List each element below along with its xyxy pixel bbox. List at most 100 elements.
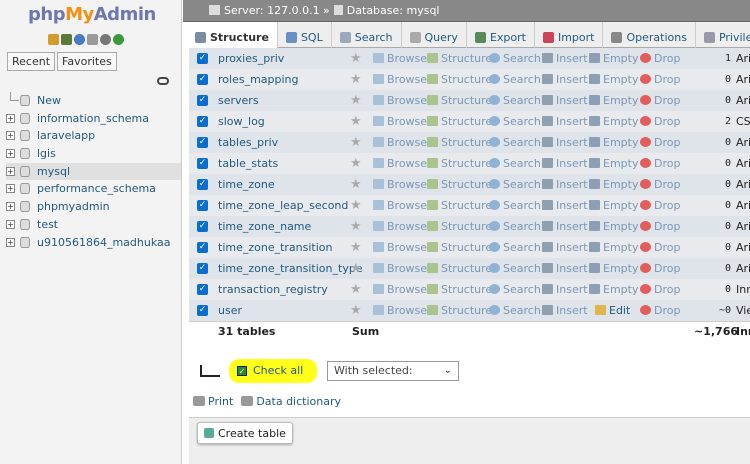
row-checkbox[interactable]: ✓ bbox=[197, 305, 208, 316]
insert-action[interactable]: Insert bbox=[542, 90, 588, 111]
structure-action[interactable]: Structure bbox=[427, 153, 492, 174]
search-action[interactable]: Search bbox=[489, 258, 541, 279]
favorite-star-icon[interactable]: ★ bbox=[350, 48, 362, 69]
empty-action[interactable]: Empty bbox=[589, 237, 638, 258]
insert-action[interactable]: Insert bbox=[542, 279, 588, 300]
row-checkbox[interactable]: ✓ bbox=[197, 242, 208, 253]
tab-import[interactable]: Import bbox=[535, 22, 604, 48]
insert-action[interactable]: Insert bbox=[542, 300, 588, 321]
expand-icon[interactable]: + bbox=[6, 237, 15, 247]
docs-icon[interactable] bbox=[87, 34, 98, 45]
drop-action[interactable]: Drop bbox=[640, 153, 680, 174]
browse-action[interactable]: Browse bbox=[373, 153, 427, 174]
drop-action[interactable]: Drop bbox=[640, 69, 680, 90]
browse-action[interactable]: Browse bbox=[373, 237, 427, 258]
table-name-link[interactable]: time_zone_transition_type bbox=[218, 258, 363, 279]
tree-item-phpmyadmin[interactable]: + phpmyadmin bbox=[6, 198, 181, 216]
tab-export[interactable]: Export bbox=[467, 22, 535, 48]
favorite-star-icon[interactable]: ★ bbox=[350, 258, 362, 279]
empty-action[interactable]: Empty bbox=[589, 111, 638, 132]
search-action[interactable]: Search bbox=[489, 174, 541, 195]
browse-action[interactable]: Browse bbox=[373, 174, 427, 195]
drop-action[interactable]: Drop bbox=[640, 237, 680, 258]
browse-action[interactable]: Browse bbox=[373, 48, 427, 69]
row-checkbox[interactable]: ✓ bbox=[197, 263, 208, 274]
tree-item-label[interactable]: performance_schema bbox=[37, 182, 156, 195]
recent-button[interactable]: Recent bbox=[7, 52, 56, 71]
drop-action[interactable]: Drop bbox=[640, 195, 680, 216]
breadcrumb-server[interactable]: Server: 127.0.0.1 » bbox=[224, 4, 330, 21]
check-all-checkbox[interactable]: ✓ bbox=[237, 365, 247, 376]
expand-icon[interactable]: + bbox=[6, 113, 15, 123]
insert-action[interactable]: Insert bbox=[542, 216, 588, 237]
table-name-link[interactable]: time_zone_transition bbox=[218, 237, 333, 258]
tree-item-label[interactable]: mysql bbox=[37, 165, 70, 178]
tree-item-label[interactable]: u910561864_madhukaa bbox=[37, 236, 171, 249]
tree-item-New[interactable]: New bbox=[6, 92, 181, 110]
structure-action[interactable]: Structure bbox=[427, 90, 492, 111]
browse-action[interactable]: Browse bbox=[373, 258, 427, 279]
check-all[interactable]: ✓ Check all bbox=[237, 364, 303, 377]
favorite-star-icon[interactable]: ★ bbox=[350, 237, 362, 258]
row-checkbox[interactable]: ✓ bbox=[197, 95, 208, 106]
expand-icon[interactable]: + bbox=[6, 219, 15, 229]
structure-action[interactable]: Structure bbox=[427, 174, 492, 195]
structure-action[interactable]: Structure bbox=[427, 48, 492, 69]
empty-action[interactable]: Empty bbox=[589, 195, 638, 216]
structure-action[interactable]: Structure bbox=[427, 237, 492, 258]
settings-icon[interactable] bbox=[100, 34, 111, 45]
search-action[interactable]: Search bbox=[489, 90, 541, 111]
tab-query[interactable]: Query bbox=[402, 22, 467, 48]
tree-item-label[interactable]: test bbox=[37, 218, 58, 231]
expand-icon[interactable]: + bbox=[6, 202, 15, 212]
table-name-link[interactable]: time_zone_leap_second bbox=[218, 195, 348, 216]
table-name-link[interactable]: user bbox=[218, 300, 242, 321]
tab-privile[interactable]: Privile bbox=[696, 22, 750, 48]
expand-icon[interactable]: + bbox=[6, 149, 15, 159]
structure-action[interactable]: Structure bbox=[427, 69, 492, 90]
search-action[interactable]: Search bbox=[489, 237, 541, 258]
structure-action[interactable]: Structure bbox=[427, 132, 492, 153]
insert-action[interactable]: Insert bbox=[542, 174, 588, 195]
edit-action[interactable]: Edit bbox=[595, 300, 630, 321]
home-icon[interactable] bbox=[48, 34, 59, 45]
structure-action[interactable]: Structure bbox=[427, 195, 492, 216]
insert-action[interactable]: Insert bbox=[542, 111, 588, 132]
insert-action[interactable]: Insert bbox=[542, 258, 588, 279]
print-link[interactable]: Print bbox=[193, 395, 233, 408]
browse-action[interactable]: Browse bbox=[373, 300, 427, 321]
reload-icon[interactable] bbox=[113, 34, 124, 45]
search-action[interactable]: Search bbox=[489, 216, 541, 237]
empty-action[interactable]: Empty bbox=[589, 258, 638, 279]
browse-action[interactable]: Browse bbox=[373, 111, 427, 132]
structure-action[interactable]: Structure bbox=[427, 111, 492, 132]
exit-icon[interactable] bbox=[61, 34, 72, 45]
browse-action[interactable]: Browse bbox=[373, 279, 427, 300]
tree-item-u910561864-madhukaa[interactable]: + u910561864_madhukaa bbox=[6, 234, 181, 252]
tree-item-label[interactable]: information_schema bbox=[37, 112, 149, 125]
favorite-star-icon[interactable]: ★ bbox=[350, 90, 362, 111]
tree-item-performance-schema[interactable]: + performance_schema bbox=[6, 180, 181, 198]
table-name-link[interactable]: table_stats bbox=[218, 153, 278, 174]
drop-action[interactable]: Drop bbox=[640, 90, 680, 111]
search-action[interactable]: Search bbox=[489, 195, 541, 216]
structure-action[interactable]: Structure bbox=[427, 216, 492, 237]
row-checkbox[interactable]: ✓ bbox=[197, 200, 208, 211]
insert-action[interactable]: Insert bbox=[542, 153, 588, 174]
table-name-link[interactable]: proxies_priv bbox=[218, 48, 284, 69]
link-icon[interactable] bbox=[157, 77, 169, 85]
row-checkbox[interactable]: ✓ bbox=[197, 53, 208, 64]
row-checkbox[interactable]: ✓ bbox=[197, 116, 208, 127]
tab-structure[interactable]: Structure bbox=[187, 22, 278, 48]
row-checkbox[interactable]: ✓ bbox=[197, 137, 208, 148]
insert-action[interactable]: Insert bbox=[542, 132, 588, 153]
row-checkbox[interactable]: ✓ bbox=[197, 221, 208, 232]
favorite-star-icon[interactable]: ★ bbox=[350, 132, 362, 153]
check-all-label[interactable]: Check all bbox=[253, 364, 303, 377]
table-name-link[interactable]: time_zone bbox=[218, 174, 275, 195]
search-action[interactable]: Search bbox=[489, 300, 541, 321]
insert-action[interactable]: Insert bbox=[542, 237, 588, 258]
structure-action[interactable]: Structure bbox=[427, 279, 492, 300]
tree-item-label[interactable]: lgis bbox=[37, 147, 56, 160]
tree-item-lgis[interactable]: + lgis bbox=[6, 145, 181, 163]
